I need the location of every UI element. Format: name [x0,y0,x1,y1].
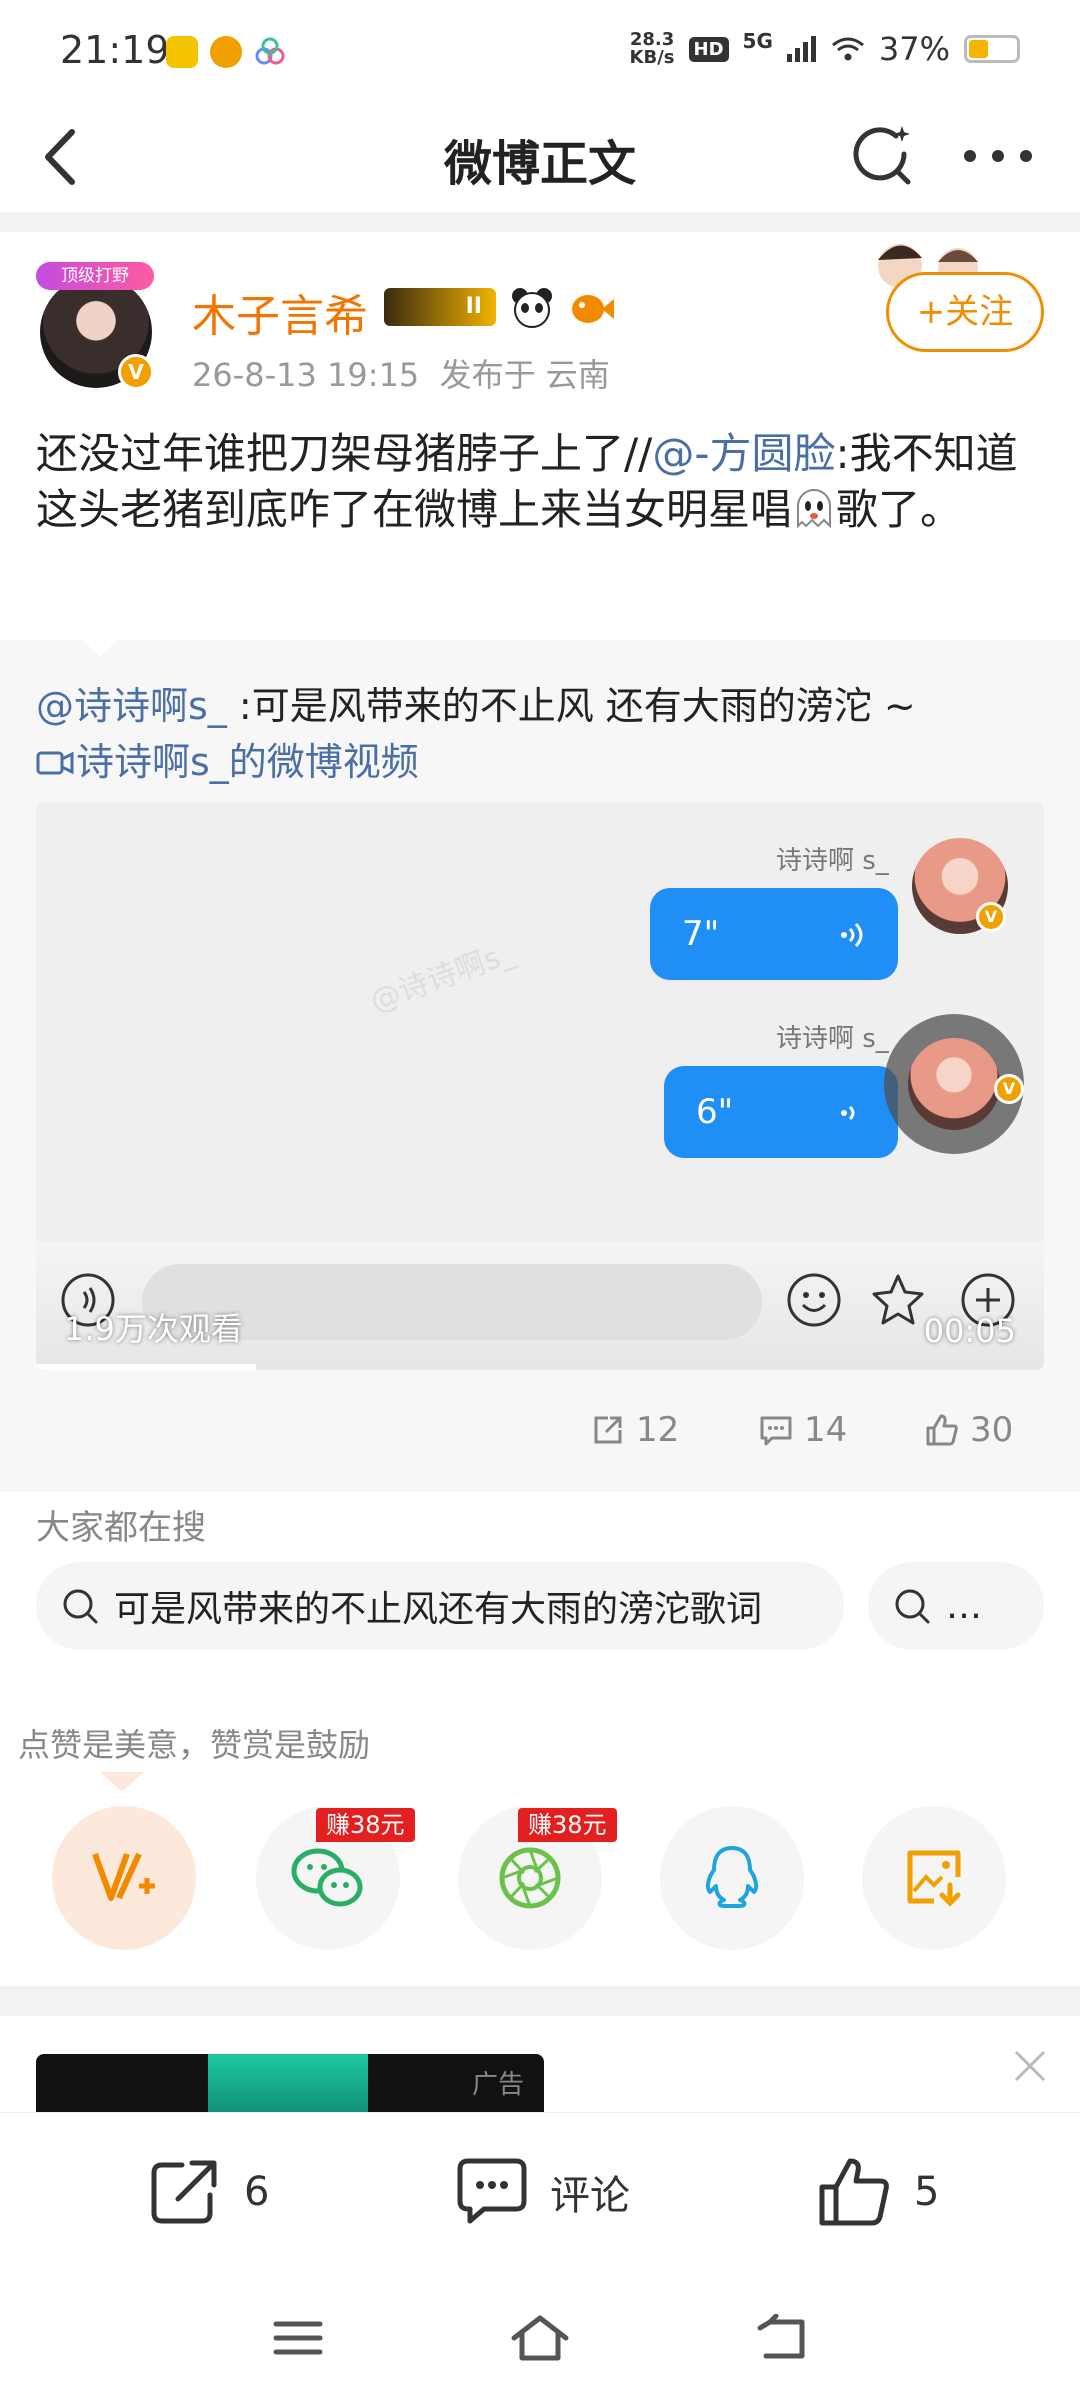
battery-percent: 37% [878,30,950,68]
system-nav-bar [0,2278,1080,2400]
share-button[interactable]: 6 [146,2155,269,2229]
video-duration: 00:05 [923,1312,1016,1350]
save-image-button[interactable] [862,1806,1006,1950]
video-watermark: @诗诗啊s_ [365,935,520,1020]
video-progress[interactable] [36,1364,256,1370]
view-count: 1.9万次观看 [64,1310,243,1348]
share-icon [594,1416,622,1444]
search-icon [895,1589,930,1624]
battery-icon [964,35,1020,63]
top-badge: 顶级打野 [36,262,154,290]
status-time: 21:19 [60,28,170,72]
share-icon [151,2160,217,2224]
cloud-notification-icon [254,36,286,68]
app-notification-icon [166,36,198,68]
moments-reward-tag: 赚38元 [518,1808,617,1842]
signal-icon [786,36,816,62]
menu-icon[interactable] [272,2318,324,2358]
repost-text: @诗诗啊s_ :可是风带来的不止风 还有大雨的滂沱 ~ 诗诗啊s_的微博视频 [36,684,916,784]
post-meta: 26-8-13 19:15 发布于 云南 [192,350,610,396]
wechat-icon [291,1848,363,1907]
post-text: 还没过年谁把刀架母猪脖子上了//@-方圆脸:我不知道这头老猪到底咋了在微博上来当… [36,429,1018,534]
moments-icon [499,1847,561,1909]
author-name[interactable]: 木子言希 [192,280,368,344]
repost-share-action[interactable]: 12 [590,1410,679,1450]
reward-v-plus-icon [92,1852,155,1901]
weibo-notification-icon [210,36,242,68]
video-player[interactable]: @诗诗啊s_ 诗诗啊 s_ V 7" 诗诗啊 s_ 6" V 1.9万次观看 0… [36,802,1044,1370]
divider [0,1986,1080,2016]
status-bar: 21:19 28.3 KB/s HD 5G 37% [0,0,1080,100]
search-icon [63,1589,98,1624]
wechat-reward-tag: 赚38元 [316,1808,415,1842]
video-link[interactable]: 诗诗啊s_的微博视频 [36,740,419,784]
back-icon[interactable] [756,2314,808,2362]
voice-message-bubble[interactable]: 7" [650,888,898,980]
voice-wave-icon [841,922,863,948]
chat-input-bar: 1.9万次观看 00:05 [36,1242,1044,1370]
ad-label: 广告 [471,2070,524,2100]
qq-icon [705,1846,759,1908]
comment-icon [457,2158,527,2224]
wifi-icon [831,37,864,61]
follow-button[interactable]: +关注 [886,272,1044,352]
verified-icon: V [118,354,154,390]
fish-icon [572,295,614,323]
like-button[interactable]: 5 [816,2155,939,2229]
verified-icon: V [976,902,1006,932]
reward-pointer [100,1772,144,1792]
sender-name: 诗诗啊 s_ [776,1024,889,1054]
video-camera-icon [36,751,74,775]
ad-banner[interactable]: 广告 [36,2054,544,2120]
save-image-icon [907,1850,961,1907]
page-title: 微博正文 [443,136,636,192]
reward-button[interactable] [52,1806,196,1950]
more-search-button[interactable]: … [868,1562,1044,1650]
net-speed: 28.3 KB/s [629,29,675,68]
comment-icon [760,1416,792,1446]
level-badge: II [384,288,496,326]
divider [0,212,1080,232]
sticker-icon [872,1274,924,1325]
home-icon[interactable] [510,2314,570,2362]
repost-author-link[interactable]: @诗诗啊s_ [36,684,227,728]
comment-button[interactable]: 评论 [452,2155,630,2229]
network-type: 5G [742,29,773,53]
hd-badge: HD [688,36,729,62]
voice-wave-icon [841,1105,855,1121]
ghost-emoji-icon [797,489,832,529]
reward-label: 点赞是美意，赞赏是鼓励 [18,1726,371,1764]
hot-search-suggestion[interactable]: 可是风带来的不止风还有大雨的滂沱歌词 [36,1562,844,1650]
post-time: 26-8-13 19:15 [192,356,420,394]
more-options-icon[interactable] [960,136,1036,176]
author-avatar[interactable]: 顶级打野 V [36,262,156,392]
post-location: 发布于 云南 [439,356,610,394]
repost-pointer [80,638,120,656]
close-ad-icon[interactable] [1012,2048,1048,2084]
nav-bar: 微博正文 [0,100,1080,212]
panda-icon [512,288,552,328]
verified-icon: V [994,1074,1024,1104]
repost-box[interactable]: @诗诗啊s_ :可是风带来的不止风 还有大雨的滂沱 ~ 诗诗啊s_的微博视频 @… [0,638,1080,1492]
like-icon [819,2158,889,2226]
repost-like-action[interactable]: 30 [924,1410,1013,1450]
ad-image[interactable] [208,2054,368,2120]
refresh-search-icon[interactable] [846,120,916,190]
emoji-icon [787,1273,841,1327]
repost-comment-action[interactable]: 14 [758,1410,847,1450]
hot-search-label: 大家都在搜 [36,1508,206,1548]
sender-avatar [908,1038,1000,1130]
share-qq-button[interactable] [660,1806,804,1950]
like-icon [926,1414,958,1446]
voice-message-bubble[interactable]: 6" [664,1066,898,1158]
mention-link[interactable]: @-方圆脸 [652,429,835,478]
user-badges: II [384,286,614,328]
sender-name: 诗诗啊 s_ [776,846,889,876]
bottom-action-bar: 6 评论 5 [0,2112,1080,2278]
